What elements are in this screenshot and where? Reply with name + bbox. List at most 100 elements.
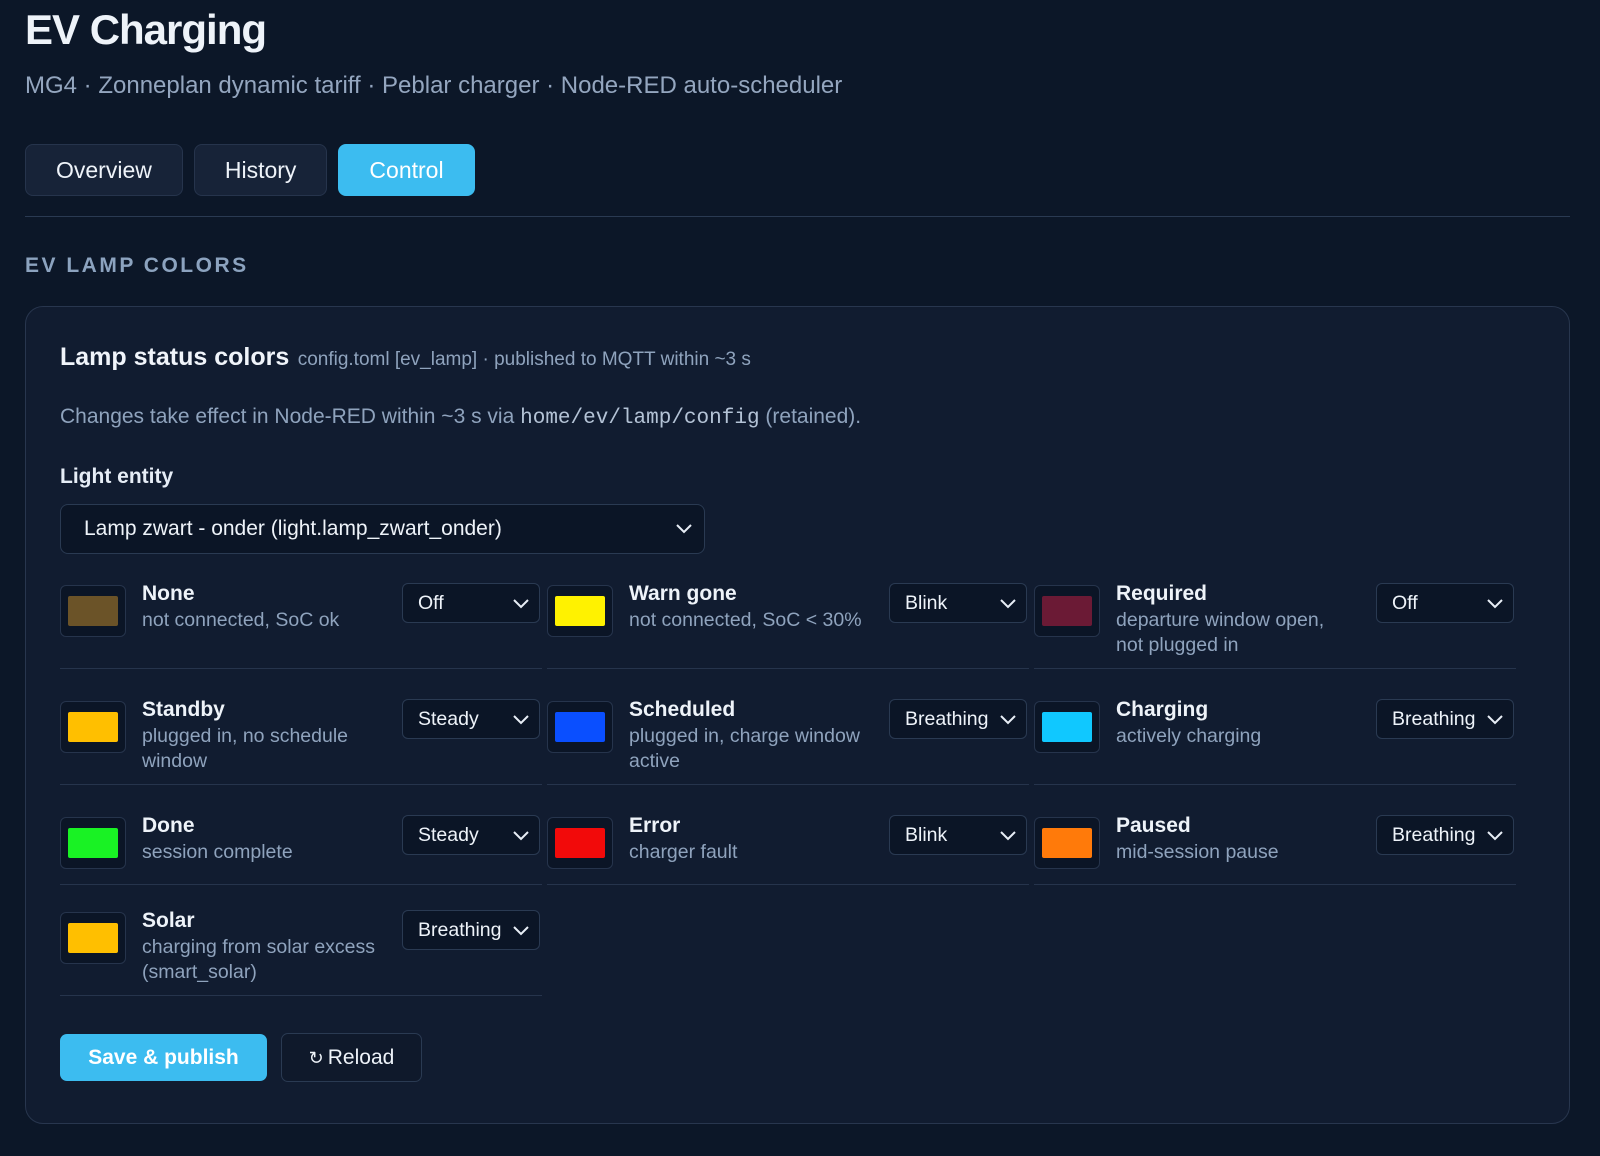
color-picker[interactable] xyxy=(547,701,613,753)
status-row-done: Done session complete Steady xyxy=(60,814,542,885)
reload-label: Reload xyxy=(327,1045,395,1069)
tab-divider xyxy=(25,216,1570,217)
card-note: Changes take effect in Node-RED within ~… xyxy=(60,405,861,430)
mode-select[interactable]: Off xyxy=(1376,583,1514,623)
status-row-charging: Charging actively charging Breathing xyxy=(1034,698,1516,785)
mode-select[interactable]: Breathing xyxy=(1376,815,1514,855)
mode-select[interactable]: Breathing xyxy=(889,699,1027,739)
mode-select[interactable]: Steady xyxy=(402,815,540,855)
status-name: Scheduled xyxy=(629,698,736,721)
mode-value: Breathing xyxy=(905,708,989,730)
color-swatch xyxy=(555,828,605,858)
mode-value: Steady xyxy=(418,708,479,730)
status-name: Solar xyxy=(142,909,195,932)
chevron-down-icon xyxy=(1000,831,1016,841)
status-name: Paused xyxy=(1116,814,1191,837)
reload-button[interactable]: ↻ Reload xyxy=(281,1033,422,1082)
color-swatch xyxy=(1042,712,1092,742)
color-picker[interactable] xyxy=(1034,817,1100,869)
mode-select[interactable]: Breathing xyxy=(1376,699,1514,739)
color-picker[interactable] xyxy=(60,585,126,637)
chevron-down-icon xyxy=(513,831,529,841)
light-entity-select[interactable]: Lamp zwart - onder (light.lamp_zwart_ond… xyxy=(60,504,705,554)
mode-value: Blink xyxy=(905,824,948,846)
status-name: Warn gone xyxy=(629,582,737,605)
page-title: EV Charging xyxy=(25,6,267,53)
status-row-error: Error charger fault Blink xyxy=(547,814,1029,885)
status-name: Charging xyxy=(1116,698,1209,721)
tab-history[interactable]: History xyxy=(193,144,328,196)
color-swatch xyxy=(68,923,118,953)
chevron-down-icon xyxy=(1000,599,1016,609)
status-description: mid-session pause xyxy=(1116,841,1279,863)
color-picker[interactable] xyxy=(547,817,613,869)
color-picker[interactable] xyxy=(60,817,126,869)
chevron-down-icon xyxy=(1487,831,1503,841)
lamp-colors-card: Lamp status colors config.toml [ev_lamp]… xyxy=(25,306,1570,1124)
mode-value: Breathing xyxy=(1392,708,1476,730)
status-description: departure window open, not plugged in xyxy=(1116,609,1325,656)
status-row-none: None not connected, SoC ok Off xyxy=(60,582,542,669)
mode-select[interactable]: Blink xyxy=(889,583,1027,623)
status-name: Error xyxy=(629,814,681,837)
mode-select[interactable]: Blink xyxy=(889,815,1027,855)
status-description: actively charging xyxy=(1116,725,1262,747)
chevron-down-icon xyxy=(513,715,529,725)
status-description: plugged in, no schedule window xyxy=(142,725,348,772)
section-title: EV LAMP COLORS xyxy=(25,254,249,277)
mode-value: Blink xyxy=(905,592,948,614)
mode-value: Breathing xyxy=(1392,824,1476,846)
status-description: charger fault xyxy=(629,841,738,863)
color-picker[interactable] xyxy=(1034,585,1100,637)
color-picker[interactable] xyxy=(60,912,126,964)
status-description: plugged in, charge window active xyxy=(629,725,860,772)
chevron-down-icon xyxy=(1000,715,1016,725)
status-description: not connected, SoC ok xyxy=(142,609,340,631)
status-name: Required xyxy=(1116,582,1208,605)
status-description: session complete xyxy=(142,841,293,863)
tab-overview[interactable]: Overview xyxy=(25,144,183,196)
mode-value: Breathing xyxy=(418,919,502,941)
card-title: Lamp status colors xyxy=(60,343,290,371)
note-suffix: (retained). xyxy=(759,405,862,428)
mode-value: Off xyxy=(418,592,444,614)
color-swatch xyxy=(68,828,118,858)
tab-control[interactable]: Control xyxy=(338,144,475,196)
light-entity-label: Light entity xyxy=(60,465,174,488)
color-picker[interactable] xyxy=(1034,701,1100,753)
note-prefix: Changes take effect in Node-RED within ~… xyxy=(60,405,521,428)
chevron-down-icon xyxy=(513,599,529,609)
status-name: Standby xyxy=(142,698,225,721)
status-name: Done xyxy=(142,814,195,837)
status-description: not connected, SoC < 30% xyxy=(629,609,862,631)
mqtt-topic: home/ev/lamp/config xyxy=(520,407,760,430)
page-subtitle: MG4 · Zonneplan dynamic tariff · Peblar … xyxy=(25,72,843,99)
status-description: charging from solar excess (smart_solar) xyxy=(142,936,376,983)
status-row-standby: Standby plugged in, no schedule window Ste… xyxy=(60,698,542,785)
color-swatch xyxy=(68,712,118,742)
status-row-paused: Paused mid-session pause Breathing xyxy=(1034,814,1516,885)
mode-select[interactable]: Steady xyxy=(402,699,540,739)
chevron-down-icon xyxy=(1487,599,1503,609)
light-entity-value: Lamp zwart - onder (light.lamp_zwart_ond… xyxy=(84,517,502,540)
color-swatch xyxy=(555,712,605,742)
mode-select[interactable]: Off xyxy=(402,583,540,623)
chevron-down-icon xyxy=(1487,715,1503,725)
save-publish-button[interactable]: Save & publish xyxy=(60,1034,267,1081)
mode-value: Steady xyxy=(418,824,479,846)
tab-bar: Overview History Control xyxy=(25,144,475,196)
chevron-down-icon xyxy=(513,926,529,936)
status-row-solar: Solar charging from solar excess (smart_s… xyxy=(60,909,542,996)
chevron-down-icon xyxy=(676,524,692,534)
status-row-required: Required departure window open, not plugg… xyxy=(1034,582,1516,669)
card-header: Lamp status colors config.toml [ev_lamp]… xyxy=(60,343,751,372)
status-row-scheduled: Scheduled plugged in, charge window activ… xyxy=(547,698,1029,785)
color-picker[interactable] xyxy=(60,701,126,753)
color-swatch xyxy=(1042,596,1092,626)
color-swatch xyxy=(68,596,118,626)
mode-value: Off xyxy=(1392,592,1418,614)
mode-select[interactable]: Breathing xyxy=(402,910,540,950)
status-row-warn-gone: Warn gone not connected, SoC < 30% Blink xyxy=(547,582,1029,669)
color-picker[interactable] xyxy=(547,585,613,637)
card-meta: config.toml [ev_lamp] · published to MQT… xyxy=(297,349,751,370)
